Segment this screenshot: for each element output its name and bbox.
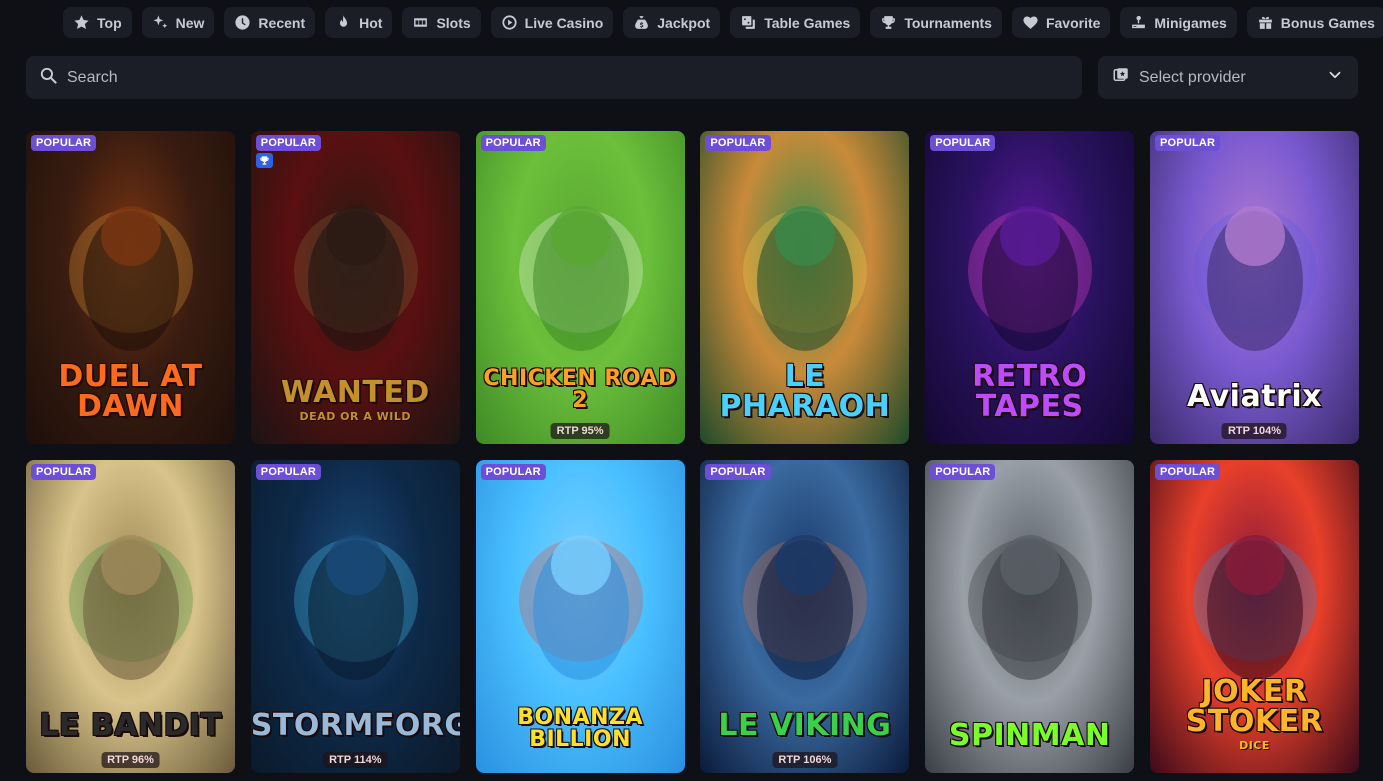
category-label: Top <box>97 14 122 31</box>
rtp-badge: RTP 114% <box>323 752 388 768</box>
category-favorite[interactable]: Favorite <box>1011 7 1111 38</box>
game-card[interactable]: POPULAR RETRO TAPES <box>925 131 1135 444</box>
popular-badge: POPULAR <box>255 135 321 151</box>
category-minigames[interactable]: Minigames <box>1120 7 1237 38</box>
game-card[interactable]: POPULAR JOKER STOKER DICE <box>1149 460 1359 773</box>
popular-badge: POPULAR <box>1154 135 1221 151</box>
rtp-badge: RTP 104% <box>1221 423 1287 439</box>
category-label: Favorite <box>1045 14 1101 31</box>
game-card[interactable]: POPULAR BONANZA BILLION <box>475 460 685 773</box>
popular-badge: POPULAR <box>255 464 321 480</box>
game-card[interactable]: POPULAR STORMFORGED RTP 114% <box>250 460 460 773</box>
game-title: WANTED <box>280 375 430 410</box>
popular-badge: POPULAR <box>480 135 546 151</box>
search-box[interactable] <box>26 56 1082 99</box>
provider-select-label: Select provider <box>1139 68 1246 86</box>
game-card[interactable]: POPULAR WANTED DEAD OR A WILD <box>250 131 460 444</box>
star-icon <box>73 14 90 31</box>
flame-icon <box>335 14 352 31</box>
trophy-icon <box>880 14 897 31</box>
gift-icon <box>1257 14 1274 31</box>
category-label: Hot <box>359 14 383 31</box>
game-title: Aviatrix <box>1186 379 1322 414</box>
rtp-badge: RTP 106% <box>772 752 838 768</box>
casino-lobby: Top New Recent Hot Slots Live Casino Jackpot Ta… <box>0 0 1383 781</box>
rtp-badge: RTP 96% <box>101 752 160 768</box>
category-top[interactable]: Top <box>63 7 132 38</box>
game-title: LE VIKING <box>718 708 892 743</box>
popular-badge: POPULAR <box>31 464 97 480</box>
game-title: DUEL AT DAWN <box>58 359 203 424</box>
play-circle-icon <box>501 14 518 31</box>
category-hot[interactable]: Hot <box>325 7 393 38</box>
category-slots[interactable]: Slots <box>402 7 481 38</box>
game-title: STORMFORGED <box>250 708 460 743</box>
category-live-casino[interactable]: Live Casino <box>490 7 614 38</box>
game-title: LE BANDIT <box>39 708 222 743</box>
category-tournaments[interactable]: Tournaments <box>870 7 1002 38</box>
category-label: Minigames <box>1154 14 1227 31</box>
search-input[interactable] <box>67 68 967 87</box>
money-bag-icon <box>633 14 650 31</box>
chevron-down-icon <box>1326 66 1344 89</box>
dice-icon <box>740 14 757 31</box>
category-label: New <box>175 14 205 31</box>
provider-icon <box>1112 66 1130 89</box>
popular-badge: POPULAR <box>1154 464 1221 480</box>
category-label: Table Games <box>764 14 851 31</box>
popular-badge: POPULAR <box>705 135 771 151</box>
game-subtitle: DEAD OR A WILD <box>299 410 412 423</box>
category-jackpot[interactable]: Jackpot <box>623 7 721 38</box>
category-table-games[interactable]: Table Games <box>730 7 861 38</box>
category-recent[interactable]: Recent <box>224 7 316 38</box>
rtp-badge: RTP 95% <box>550 423 610 439</box>
game-card[interactable]: POPULAR Aviatrix RTP 104% <box>1149 131 1359 444</box>
category-label: Tournaments <box>904 14 992 31</box>
tournament-trophy-icon <box>255 153 273 168</box>
game-title: LE PHARAOH <box>719 359 891 424</box>
game-card[interactable]: POPULAR DUEL AT DAWN <box>26 131 235 444</box>
popular-badge: POPULAR <box>705 464 771 480</box>
game-card[interactable]: POPULAR LE BANDIT RTP 96% <box>26 460 235 773</box>
clock-icon <box>234 14 251 31</box>
game-card[interactable]: POPULAR LE VIKING RTP 106% <box>700 460 910 773</box>
category-bonus-games[interactable]: Bonus Games <box>1246 7 1383 38</box>
game-card[interactable]: POPULAR CHICKEN ROAD 2 RTP 95% <box>475 131 685 444</box>
game-card[interactable]: POPULAR SPINMAN <box>925 460 1135 773</box>
heart-icon <box>1022 14 1039 31</box>
games-grid: POPULAR DUEL AT DAWN POPULAR WANTED DEAD OR … <box>26 131 1359 773</box>
game-title: CHICKEN ROAD 2 <box>483 366 677 413</box>
game-title: JOKER STOKER <box>1185 674 1324 739</box>
popular-badge: POPULAR <box>930 135 996 151</box>
game-title: SPINMAN <box>948 718 1111 753</box>
category-new[interactable]: New <box>141 7 215 38</box>
game-title: BONANZA BILLION <box>517 705 643 752</box>
search-icon <box>39 66 58 90</box>
popular-badge: POPULAR <box>930 464 996 480</box>
game-card[interactable]: POPULAR LE PHARAOH <box>700 131 910 444</box>
sparkle-icon <box>152 14 169 31</box>
slot-machine-icon <box>412 14 429 31</box>
category-label: Recent <box>258 14 306 31</box>
category-label: Live Casino <box>524 14 604 31</box>
joystick-icon <box>1130 14 1147 31</box>
popular-badge: POPULAR <box>31 135 97 151</box>
category-label: Jackpot <box>657 14 711 31</box>
game-title: RETRO TAPES <box>972 359 1088 424</box>
provider-select[interactable]: Select provider <box>1098 56 1358 99</box>
popular-badge: POPULAR <box>480 464 546 480</box>
category-label: Bonus Games <box>1280 14 1375 31</box>
category-bar: Top New Recent Hot Slots Live Casino Jackpot Ta… <box>63 7 1383 38</box>
game-subtitle: DICE <box>1239 739 1270 752</box>
category-label: Slots <box>436 14 471 31</box>
